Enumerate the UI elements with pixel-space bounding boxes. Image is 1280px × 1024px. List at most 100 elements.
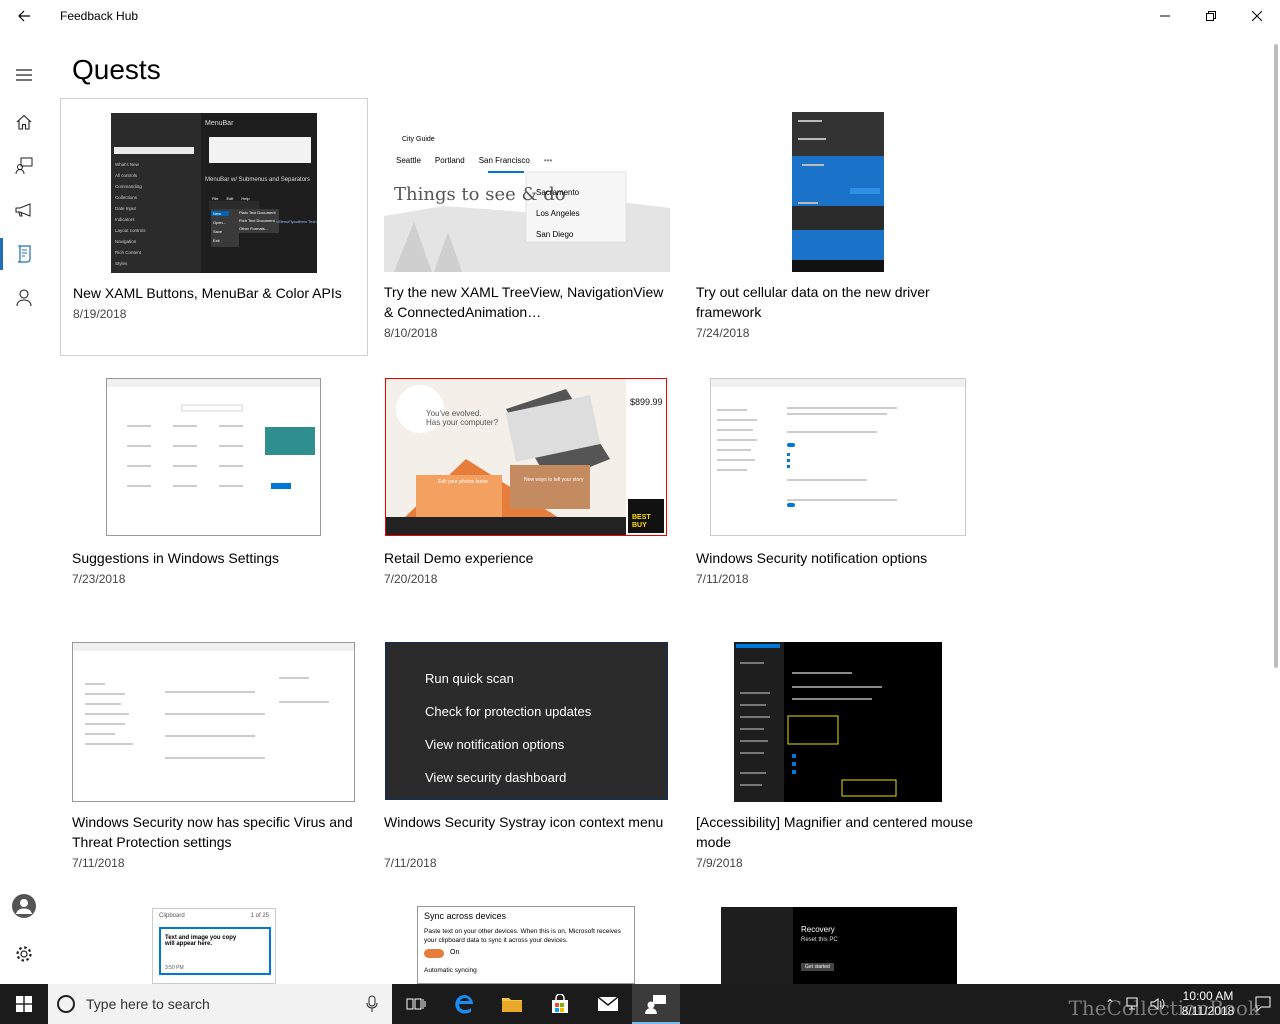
vertical-scrollbar[interactable] xyxy=(1274,44,1278,668)
quest-card[interactable]: Run quick scan Check for protection upda… xyxy=(372,628,680,886)
quest-card[interactable]: <MenuFlyoutItem Text="Plain Text" Select… xyxy=(60,98,368,356)
quest-date: 7/24/2018 xyxy=(696,326,750,340)
navigation-pane xyxy=(0,48,48,984)
quest-thumbnail: <MenuFlyoutItem Text="Plain Text" Select… xyxy=(111,113,317,273)
thumb-recovery-subtitle: Reset this PC xyxy=(801,937,838,943)
thumb-systray-updates: Check for protection updates xyxy=(425,704,592,719)
feedback-icon xyxy=(15,157,33,175)
title-bar: Feedback Hub xyxy=(0,0,1280,32)
window-controls xyxy=(1142,0,1280,32)
app-title: Feedback Hub xyxy=(60,9,139,23)
nav-settings-button[interactable] xyxy=(0,934,48,974)
edge-button[interactable] xyxy=(440,984,488,1024)
thumb-retail-story: New ways to tell your story xyxy=(524,477,584,483)
gear-icon xyxy=(16,946,32,962)
file-explorer-button[interactable] xyxy=(488,984,536,1024)
back-button[interactable] xyxy=(0,0,48,32)
close-button[interactable] xyxy=(1234,0,1280,32)
nav-item-announcements[interactable] xyxy=(0,190,48,230)
thumb-retail-price: $899.99 xyxy=(630,397,663,407)
person-icon xyxy=(16,289,32,307)
thumb-menubar-nav: What's New All controls Commanding Collecti… xyxy=(115,162,146,266)
thumb-retail-line2: Has your computer? xyxy=(426,418,499,427)
quest-title: [Accessibility] Magnifier and centered m… xyxy=(696,814,974,850)
quest-date: 7/9/2018 xyxy=(696,856,743,870)
quest-card[interactable]: City Guide Seattle Portland San Francisco •… xyxy=(372,98,680,356)
edge-icon xyxy=(455,995,473,1014)
megaphone-icon xyxy=(15,203,31,217)
quest-thumbnail xyxy=(792,112,884,272)
quest-thumbnail xyxy=(734,642,942,802)
quest-date: 7/23/2018 xyxy=(72,572,126,586)
quest-title: Retail Demo experience xyxy=(384,550,534,566)
page-title: Quests xyxy=(72,54,161,85)
search-placeholder: Type here to search xyxy=(86,996,210,1012)
quest-title: New XAML Buttons, MenuBar & Color APIs xyxy=(73,285,342,301)
thumb-city-dropdown: Sacramento Los Angeles San Diego xyxy=(536,188,580,239)
nav-item-feedback[interactable] xyxy=(0,146,48,186)
thumb-menubar-submenu: New Open... Save Exit xyxy=(213,211,227,243)
thumb-sync-toggle: On xyxy=(450,949,460,956)
close-icon xyxy=(1252,11,1262,21)
thumb-sync-title: Sync across devices xyxy=(424,911,507,921)
thumb-city-app: City Guide xyxy=(402,136,435,143)
quest-thumbnail-sync[interactable]: Sync across devices Paste text on your o… xyxy=(417,906,635,984)
restore-icon xyxy=(1206,11,1216,21)
thumb-recovery-title: Recovery xyxy=(801,925,835,934)
nav-account-button[interactable] xyxy=(0,886,48,926)
thumb-systray-menu: Run quick scan Check for protection upda… xyxy=(425,662,591,794)
mail-icon xyxy=(597,996,619,1011)
thumb-menubar-menu: File Edit Help xyxy=(212,196,250,201)
restore-button[interactable] xyxy=(1188,0,1234,32)
quest-card[interactable]: BEST BUY You've evolved. Has your comput… xyxy=(372,364,680,622)
thumb-systray-notifications: View notification options xyxy=(425,737,565,752)
toggle-icon xyxy=(424,949,444,958)
quest-card[interactable]: Windows Security notification options 7/… xyxy=(684,364,992,622)
quest-title: Try the new XAML TreeView, NavigationVie… xyxy=(384,284,664,320)
svg-text:BEST: BEST xyxy=(632,514,651,521)
quest-date: 7/20/2018 xyxy=(384,572,438,586)
quest-thumbnail xyxy=(72,642,355,802)
thumb-menubar-flyout: Plain Text Document Rich Text Document Oth… xyxy=(239,210,276,231)
watermark: TheCollectionBook xyxy=(1068,996,1260,1020)
quest-card[interactable]: Suggestions in Windows Settings 7/23/201… xyxy=(60,364,368,622)
store-button[interactable] xyxy=(536,984,584,1024)
thumb-clipboard-item: Text and image you copy will appear here… xyxy=(159,927,271,975)
task-view-icon xyxy=(406,998,426,1010)
nav-item-home[interactable] xyxy=(0,102,48,142)
start-button[interactable] xyxy=(0,984,48,1024)
quest-date: 8/19/2018 xyxy=(73,307,127,321)
quest-title: Try out cellular data on the new driver … xyxy=(696,284,930,320)
taskbar: Type here to search ⌃ 10:00 AM 8/11/2018… xyxy=(0,984,1280,1024)
quest-card[interactable]: Windows Security now has specific Virus … xyxy=(60,628,368,886)
quest-thumbnail xyxy=(106,378,321,536)
quest-thumbnail xyxy=(710,378,966,536)
svg-text:<MenuFlyoutItem Text="Plain Te: <MenuFlyoutItem Text="Plain Text" Select xyxy=(276,219,317,224)
feedback-hub-taskbar-button[interactable] xyxy=(632,984,680,1024)
minimize-button[interactable] xyxy=(1142,0,1188,32)
thumb-systray-scan: Run quick scan xyxy=(425,671,514,686)
nav-menu-button[interactable] xyxy=(0,55,48,95)
quest-card[interactable]: Try out cellular data on the new driver … xyxy=(684,98,992,356)
taskbar-search-box[interactable]: Type here to search xyxy=(48,984,392,1024)
quest-title: Windows Security notification options xyxy=(696,550,928,566)
cortana-circle-icon xyxy=(57,995,75,1013)
mail-button[interactable] xyxy=(584,984,632,1024)
quest-title: Windows Security now has specific Virus … xyxy=(72,814,353,850)
quest-card[interactable]: [Accessibility] Magnifier and centered m… xyxy=(684,628,992,886)
thumb-city-tabs: Seattle Portland San Francisco ••• xyxy=(396,156,553,165)
thumb-systray-dashboard: View security dashboard xyxy=(425,770,567,785)
windows-logo-icon xyxy=(16,996,32,1012)
nav-item-achievements[interactable] xyxy=(0,278,48,318)
thumb-retail-line1: You've evolved. xyxy=(426,409,482,418)
quest-title: Windows Security Systray icon context me… xyxy=(384,814,664,830)
microphone-icon[interactable] xyxy=(366,995,378,1013)
quest-thumbnail-clipboard[interactable]: Clipboard 1 of 25 Text and image you cop… xyxy=(152,908,276,984)
nav-item-quests[interactable] xyxy=(0,234,48,274)
thumb-clipboard-count: 1 of 25 xyxy=(250,913,269,919)
quest-date: 7/11/2018 xyxy=(384,856,437,870)
quest-thumbnail-recovery[interactable]: Recovery Reset this PC Get started xyxy=(721,907,957,984)
thumb-menubar-subtitle: MenuBar w/ Submenus and Separators xyxy=(205,177,311,183)
quest-thumbnail: BEST BUY You've evolved. Has your comput… xyxy=(385,378,667,536)
task-view-button[interactable] xyxy=(392,984,440,1024)
